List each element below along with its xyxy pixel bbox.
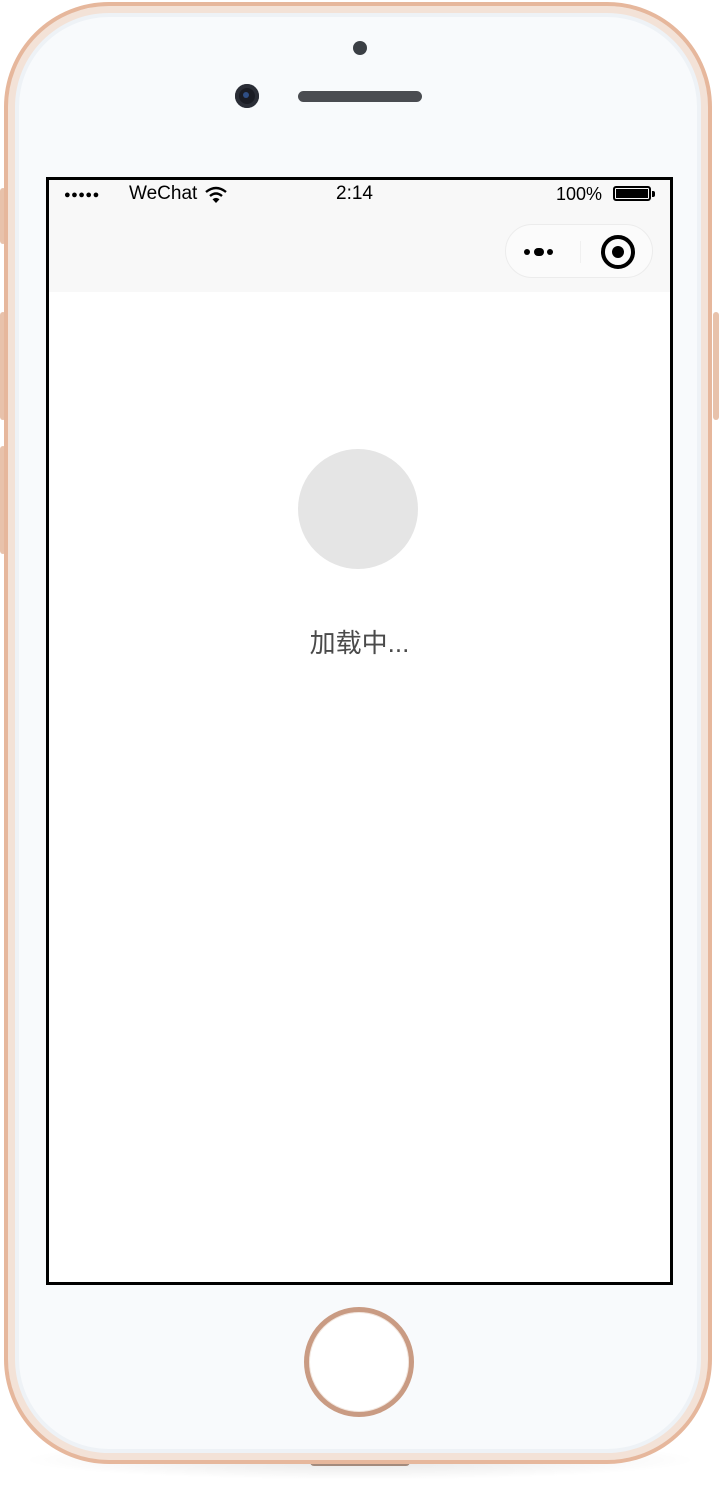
more-dots-icon: [524, 249, 530, 255]
battery-percent: 100%: [556, 184, 603, 204]
wifi-icon: [205, 186, 227, 203]
close-mini-program-button[interactable]: [581, 225, 653, 279]
more-button[interactable]: [506, 225, 580, 279]
phone-screen: ●●●●● WeChat 2:14 100% 加载中...: [46, 177, 673, 1285]
home-button[interactable]: [304, 1307, 414, 1417]
proximity-sensor: [353, 41, 367, 55]
signal-strength-icon: ●●●●●: [64, 189, 100, 201]
navigation-bar: [49, 210, 670, 292]
more-dots-icon-right: [547, 249, 553, 255]
mini-program-capsule: [505, 224, 653, 278]
page-content: 加载中...: [49, 292, 670, 1282]
carrier-name: WeChat: [129, 183, 198, 204]
loading-placeholder-avatar: [298, 449, 418, 569]
battery-fill: [616, 189, 648, 198]
target-circle-icon: [601, 235, 635, 269]
battery-icon: [613, 186, 651, 201]
loading-text: 加载中...: [309, 628, 410, 658]
front-camera-icon: [235, 84, 259, 108]
status-bar: ●●●●● WeChat 2:14 100%: [49, 180, 670, 210]
more-dots-icon-center: [534, 248, 544, 256]
power-button: [713, 312, 719, 420]
status-time: 2:14: [336, 183, 373, 204]
earpiece-speaker: [298, 91, 422, 102]
battery-tip: [652, 191, 655, 197]
